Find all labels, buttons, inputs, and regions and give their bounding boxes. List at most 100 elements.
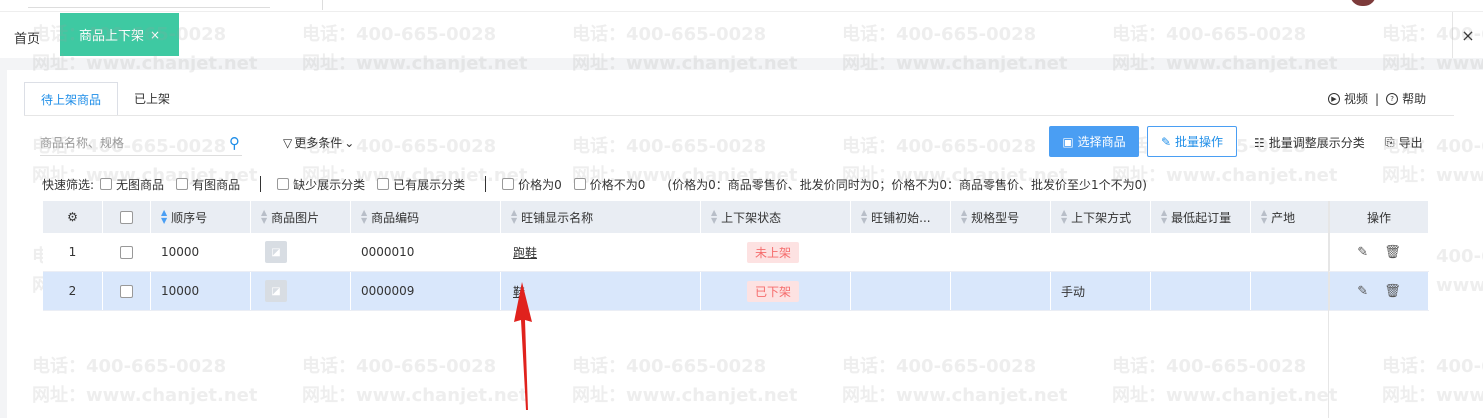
sort-icon: ▲ ▼	[861, 208, 868, 225]
header-ops-label: 操作	[1366, 210, 1391, 225]
video-link[interactable]: 视频	[1344, 90, 1368, 107]
header-seq[interactable]: ▲ ▼ 顺序号	[151, 201, 251, 233]
filter-missing-category[interactable]: 缺少展示分类	[277, 176, 365, 193]
row-index: 2	[43, 272, 103, 310]
sort-icon: ▲ ▼	[1061, 208, 1068, 225]
close-icon[interactable]: ×	[150, 28, 160, 42]
batch-adjust-category-button[interactable]: ☷ 批量调整展示分类	[1254, 134, 1365, 151]
batch-operation-button[interactable]: ✎ 批量操作	[1147, 126, 1237, 157]
separator: |	[1375, 91, 1380, 106]
row-seq: 10000	[151, 233, 251, 271]
help-links: ▶ 视频 | ? 帮助	[1328, 90, 1426, 107]
header-status[interactable]: ▲ ▼ 上下架状态	[701, 201, 851, 233]
filter-price-nonzero[interactable]: 价格不为0	[573, 176, 646, 193]
tab-product-shelf[interactable]: 商品上下架 ×	[60, 13, 179, 56]
row-spec	[951, 233, 1051, 271]
filter-note: (价格为0：商品零售价、批发价同时为0；价格不为0：商品零售价、批发价至少1个不…	[667, 177, 1147, 192]
checkbox[interactable]	[277, 178, 290, 190]
export-button[interactable]: ⎘ 导出	[1385, 134, 1423, 151]
search-input[interactable]	[40, 135, 216, 150]
sort-icon: ▲ ▼	[161, 208, 168, 225]
filter-has-image[interactable]: 有图商品	[176, 176, 240, 193]
table-row[interactable]: 1 10000 ◪ 0000010 跑鞋 未上架 ✎ 🗑	[43, 233, 1429, 272]
checkbox[interactable]	[502, 178, 515, 190]
sort-icon: ▲ ▼	[1261, 208, 1268, 225]
edit-icon[interactable]: ✎	[1357, 284, 1368, 299]
header-image[interactable]: ▲ ▼ 商品图片	[251, 201, 351, 233]
tab-pending-products[interactable]: 待上架商品	[24, 82, 119, 116]
status-badge: 已下架	[747, 280, 800, 302]
filter-has-category[interactable]: 已有展示分类	[377, 176, 465, 193]
row-name-cell: 跑鞋	[501, 233, 701, 271]
row-checkbox[interactable]	[120, 284, 133, 298]
row-name-link[interactable]: 跑鞋	[513, 244, 537, 261]
header-initial[interactable]: ▲ ▼ 旺铺初始...	[851, 201, 951, 233]
list-icon: ☷	[1254, 135, 1265, 150]
help-link[interactable]: 帮助	[1402, 90, 1426, 107]
product-table: ⚙ ▲ ▼ 顺序号 ▲ ▼ 商品图片 ▲ ▼ 商品编码 ▲ ▼ 旺铺显示名称 ▲ ▼ 上下架状态 ▲…	[43, 201, 1429, 311]
select-products-button[interactable]: ▣ 选择商品	[1049, 126, 1139, 157]
header-initial-label: 旺铺初始...	[871, 210, 931, 225]
header-mode-label: 上下架方式	[1071, 210, 1132, 225]
row-status-cell: 已下架	[701, 272, 851, 310]
header-origin[interactable]: ▲ ▼ 产地	[1251, 201, 1329, 233]
select-all-checkbox[interactable]	[120, 210, 133, 224]
header-spec-label: 规格型号	[971, 210, 1020, 225]
edit-icon[interactable]: ✎	[1357, 245, 1368, 260]
batch-adjust-category-label: 批量调整展示分类	[1268, 136, 1365, 150]
checkbox[interactable]	[573, 178, 586, 190]
more-conditions-button[interactable]: ▽ 更多条件 ⌄	[283, 134, 354, 151]
play-icon: ▶	[1328, 92, 1340, 105]
header-min-order-label: 最低起订量	[1171, 210, 1232, 225]
sort-icon: ▲ ▼	[1161, 208, 1168, 225]
chevron-down-icon: ⌄	[344, 135, 355, 150]
select-products-label: 选择商品	[1077, 135, 1126, 149]
tab-listed-products[interactable]: 已上架	[118, 82, 186, 115]
image-placeholder-icon[interactable]: ◪	[265, 280, 287, 302]
header-mode[interactable]: ▲ ▼ 上下架方式	[1051, 201, 1151, 233]
checkbox[interactable]	[100, 178, 113, 190]
row-checkbox-cell	[103, 233, 151, 271]
filter-separator	[260, 176, 262, 192]
filter-has-category-label: 已有展示分类	[393, 177, 466, 192]
header-origin-label: 产地	[1271, 210, 1296, 225]
tab-home[interactable]: 首页	[14, 28, 40, 47]
search-icon[interactable]: ⚲	[229, 134, 240, 152]
delete-icon[interactable]: 🗑	[1384, 284, 1401, 299]
row-min-order	[1151, 233, 1251, 271]
row-origin	[1251, 233, 1329, 271]
row-image-cell: ◪	[251, 233, 351, 271]
close-all-tabs-button[interactable]: ×	[1452, 12, 1483, 58]
ops-column-divider	[1328, 201, 1329, 418]
image-placeholder-icon[interactable]: ◪	[265, 241, 287, 263]
gear-icon: ⚙	[67, 210, 78, 224]
column-settings-button[interactable]: ⚙	[43, 201, 103, 233]
row-name-link[interactable]: 鞋	[513, 283, 525, 300]
row-origin	[1251, 272, 1329, 310]
tab-product-shelf-label: 商品上下架	[78, 29, 144, 44]
status-badge: 未上架	[747, 241, 800, 263]
table-row[interactable]: 2 10000 ◪ 0000009 鞋 已下架 手动 ✎ 🗑	[43, 272, 1429, 311]
delete-icon[interactable]: 🗑	[1384, 245, 1401, 260]
global-search-stub[interactable]	[28, 0, 270, 8]
header-spec[interactable]: ▲ ▼ 规格型号	[951, 201, 1051, 233]
help-icon: ?	[1386, 92, 1399, 105]
filter-no-image[interactable]: 无图商品	[100, 176, 164, 193]
filter-price-nonzero-label: 价格不为0	[589, 177, 646, 192]
row-image-cell: ◪	[251, 272, 351, 310]
row-seq: 10000	[151, 272, 251, 310]
avatar[interactable]	[1350, 0, 1376, 6]
sort-icon: ▲ ▼	[261, 208, 268, 225]
sort-icon: ▲ ▼	[511, 208, 518, 225]
filter-price-zero[interactable]: 价格为0	[502, 176, 562, 193]
header-min-order[interactable]: ▲ ▼ 最低起订量	[1151, 201, 1251, 233]
row-checkbox[interactable]	[120, 245, 133, 259]
row-spec	[951, 272, 1051, 310]
checkbox[interactable]	[176, 178, 189, 190]
filter-icon: ▽	[283, 135, 293, 150]
checkbox[interactable]	[377, 178, 390, 190]
select-icon: ▣	[1062, 134, 1074, 149]
header-name[interactable]: ▲ ▼ 旺铺显示名称	[501, 201, 701, 233]
header-code[interactable]: ▲ ▼ 商品编码	[351, 201, 501, 233]
row-checkbox-cell	[103, 272, 151, 310]
